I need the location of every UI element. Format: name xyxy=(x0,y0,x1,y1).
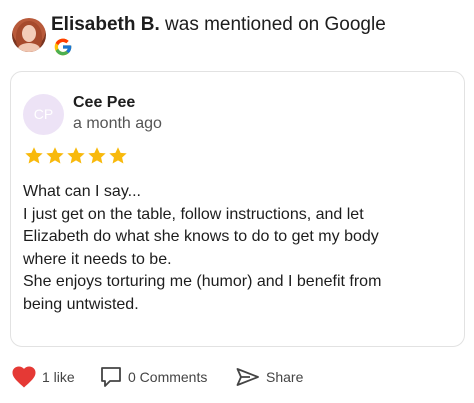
comments-button[interactable]: 0 Comments xyxy=(100,364,207,390)
reviewer-avatar[interactable]: CP xyxy=(23,94,64,135)
review-text-line: What can I say... xyxy=(23,183,141,200)
review-text-line: I just get on the table, follow instruct… xyxy=(23,205,364,223)
star-icon xyxy=(88,147,106,164)
star-rating xyxy=(24,146,128,166)
review-card: CP Cee Pee a month ago What can I say...… xyxy=(10,71,465,347)
comment-icon xyxy=(101,367,121,387)
person-name[interactable]: Elisabeth B. xyxy=(51,14,160,35)
mention-title: Elisabeth B. was mentioned on Google xyxy=(51,14,386,36)
mention-header: Elisabeth B. was mentioned on Google xyxy=(12,10,462,58)
review-time: a month ago xyxy=(73,115,162,132)
star-icon xyxy=(46,147,64,164)
review-text: What can I say... I just get on the table… xyxy=(23,181,461,316)
review-text-line: Elizabeth do what she knows to do to get… xyxy=(23,228,379,245)
review-text-line: She enjoys torturing me (humor) and I be… xyxy=(23,273,382,290)
action-bar: 1 like 0 Comments Share xyxy=(12,364,462,390)
mention-text: was mentioned on Google xyxy=(159,14,386,35)
reviewer-name[interactable]: Cee Pee xyxy=(73,94,135,112)
avatar-shoulders xyxy=(18,43,40,52)
share-icon xyxy=(236,368,259,386)
star-icon xyxy=(25,147,43,164)
star-icon xyxy=(67,147,85,164)
avatar-face xyxy=(22,25,36,42)
comments-count: 0 Comments xyxy=(128,369,208,385)
review-text-line: where it needs to be. xyxy=(23,250,172,268)
star-icon xyxy=(109,147,127,164)
like-button[interactable]: 1 like xyxy=(12,364,75,390)
share-button[interactable]: Share xyxy=(236,364,303,390)
share-label: Share xyxy=(266,369,304,385)
user-avatar[interactable] xyxy=(12,18,46,52)
review-text-line: being untwisted. xyxy=(23,295,139,313)
like-count: 1 like xyxy=(42,369,75,385)
google-icon xyxy=(54,38,72,56)
heart-icon xyxy=(12,366,36,388)
